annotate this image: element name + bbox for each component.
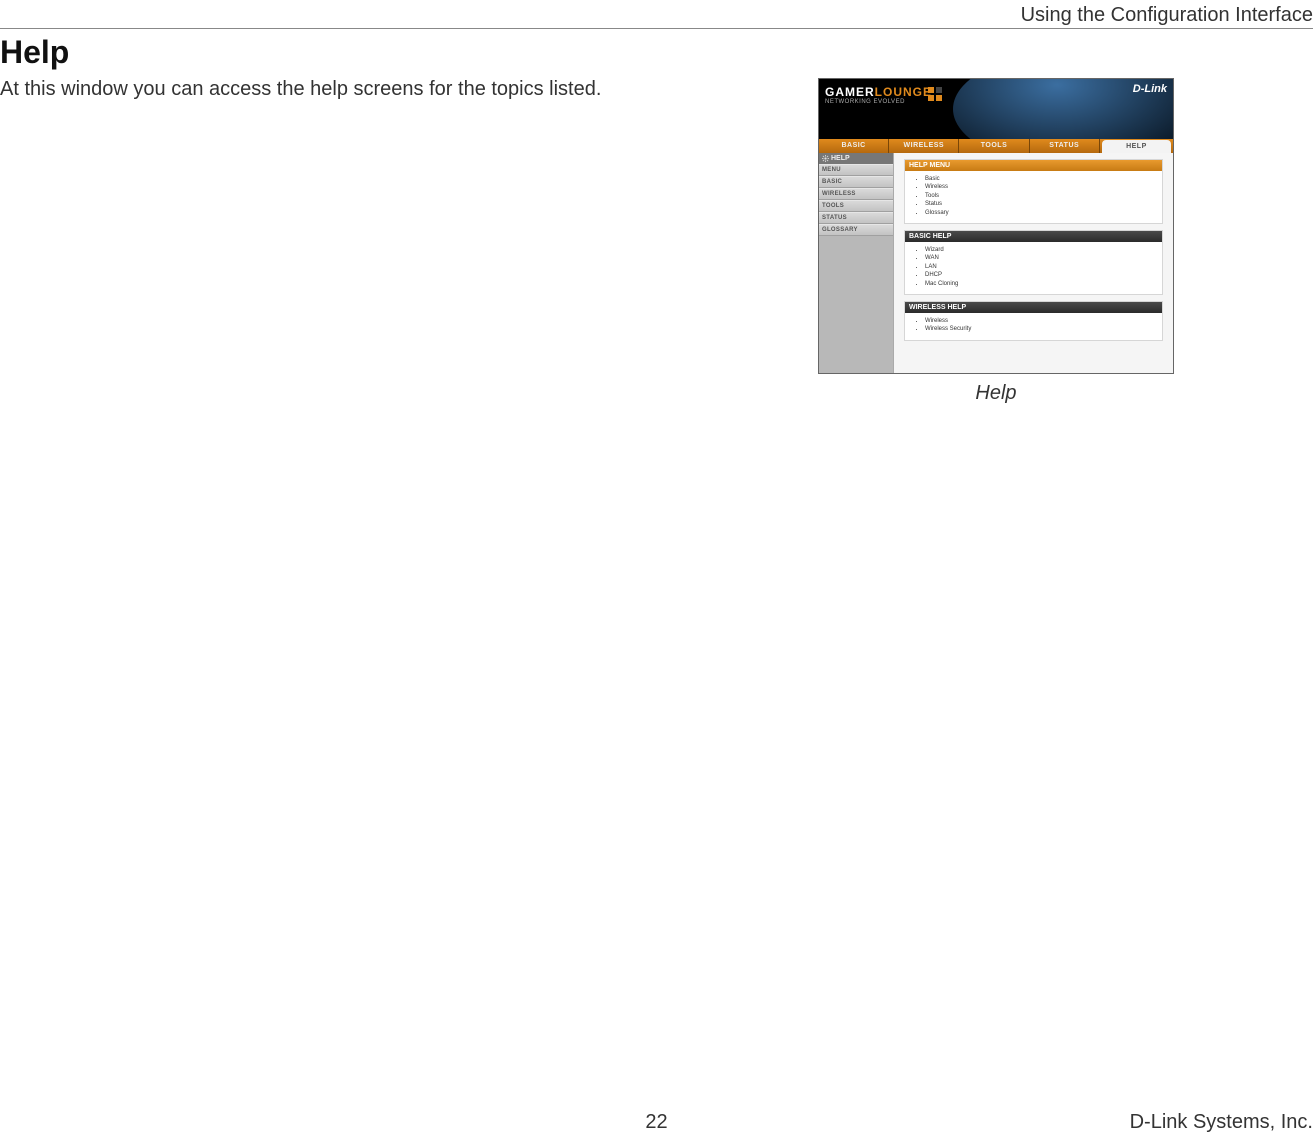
help-link-wireless[interactable]: Wireless [925,183,1162,191]
router-body: HELP MENU BASIC WIRELESS TOOLS STATUS GL… [819,153,1173,373]
sidebar-header-label: HELP [831,155,850,162]
brand-subtitle: NETWORKING EVOLVED [825,99,932,105]
router-sidebar: HELP MENU BASIC WIRELESS TOOLS STATUS GL… [819,153,894,373]
help-link-tools[interactable]: Tools [925,192,1162,200]
nav-tab-status[interactable]: STATUS [1030,139,1100,153]
help-link-wan[interactable]: WAN [925,254,1162,262]
brand-main: GAMER [825,85,875,99]
panel-list: Wireless Wireless Security [905,317,1162,334]
brand-accent: LOUNGE [875,85,932,99]
help-link-basic[interactable]: Basic [925,175,1162,183]
sidebar-item-wireless[interactable]: WIRELESS [819,188,893,200]
help-link-status[interactable]: Status [925,200,1162,208]
help-link-wireless[interactable]: Wireless [925,317,1162,325]
router-main: HELP MENU Basic Wireless Tools Status Gl… [894,153,1173,373]
panel-list: Basic Wireless Tools Status Glossary [905,175,1162,217]
gamerlounge-logo: GAMERLOUNGE NETWORKING EVOLVED [825,85,932,105]
logo-squares-icon [927,86,943,102]
panel-header: HELP MENU [905,160,1162,171]
sidebar-header: HELP [819,153,893,164]
document-page: Using the Configuration Interface Help A… [0,0,1313,1142]
router-banner: GAMERLOUNGE NETWORKING EVOLVED D-Link [819,79,1173,139]
page-number: 22 [645,1111,667,1134]
sidebar-item-glossary[interactable]: GLOSSARY [819,224,893,236]
nav-tab-help[interactable]: HELP [1102,140,1171,153]
help-link-wireless-security[interactable]: Wireless Security [925,325,1162,333]
header-divider [0,28,1313,29]
panel-help-menu: HELP MENU Basic Wireless Tools Status Gl… [904,159,1163,224]
help-figure: GAMERLOUNGE NETWORKING EVOLVED D-Link BA… [818,78,1174,405]
help-link-wizard[interactable]: Wizard [925,246,1162,254]
help-link-mac-cloning[interactable]: Mac Cloning [925,280,1162,288]
sidebar-item-menu[interactable]: MENU [819,164,893,176]
panel-basic-help: BASIC HELP Wizard WAN LAN DHCP Mac Cloni… [904,230,1163,295]
panel-wireless-help: WIRELESS HELP Wireless Wireless Security [904,301,1163,341]
panel-header: BASIC HELP [905,231,1162,242]
sidebar-item-tools[interactable]: TOOLS [819,200,893,212]
router-screenshot: GAMERLOUNGE NETWORKING EVOLVED D-Link BA… [818,78,1174,374]
footer-company: D-Link Systems, Inc. [1130,1111,1313,1134]
help-link-dhcp[interactable]: DHCP [925,271,1162,279]
section-header: Using the Configuration Interface [1021,4,1313,27]
nav-tab-wireless[interactable]: WIRELESS [889,139,959,153]
page-title: Help [0,34,69,71]
sidebar-item-basic[interactable]: BASIC [819,176,893,188]
help-link-lan[interactable]: LAN [925,263,1162,271]
panel-list: Wizard WAN LAN DHCP Mac Cloning [905,246,1162,288]
help-link-glossary[interactable]: Glossary [925,209,1162,217]
sidebar-item-status[interactable]: STATUS [819,212,893,224]
router-top-nav: BASIC WIRELESS TOOLS STATUS HELP [819,139,1173,153]
nav-tab-tools[interactable]: TOOLS [959,139,1029,153]
nav-tab-basic[interactable]: BASIC [819,139,889,153]
figure-caption: Help [818,382,1174,405]
intro-text: At this window you can access the help s… [0,78,601,101]
dlink-logo: D-Link [1133,83,1167,95]
gear-icon [822,155,829,162]
panel-header: WIRELESS HELP [905,302,1162,313]
